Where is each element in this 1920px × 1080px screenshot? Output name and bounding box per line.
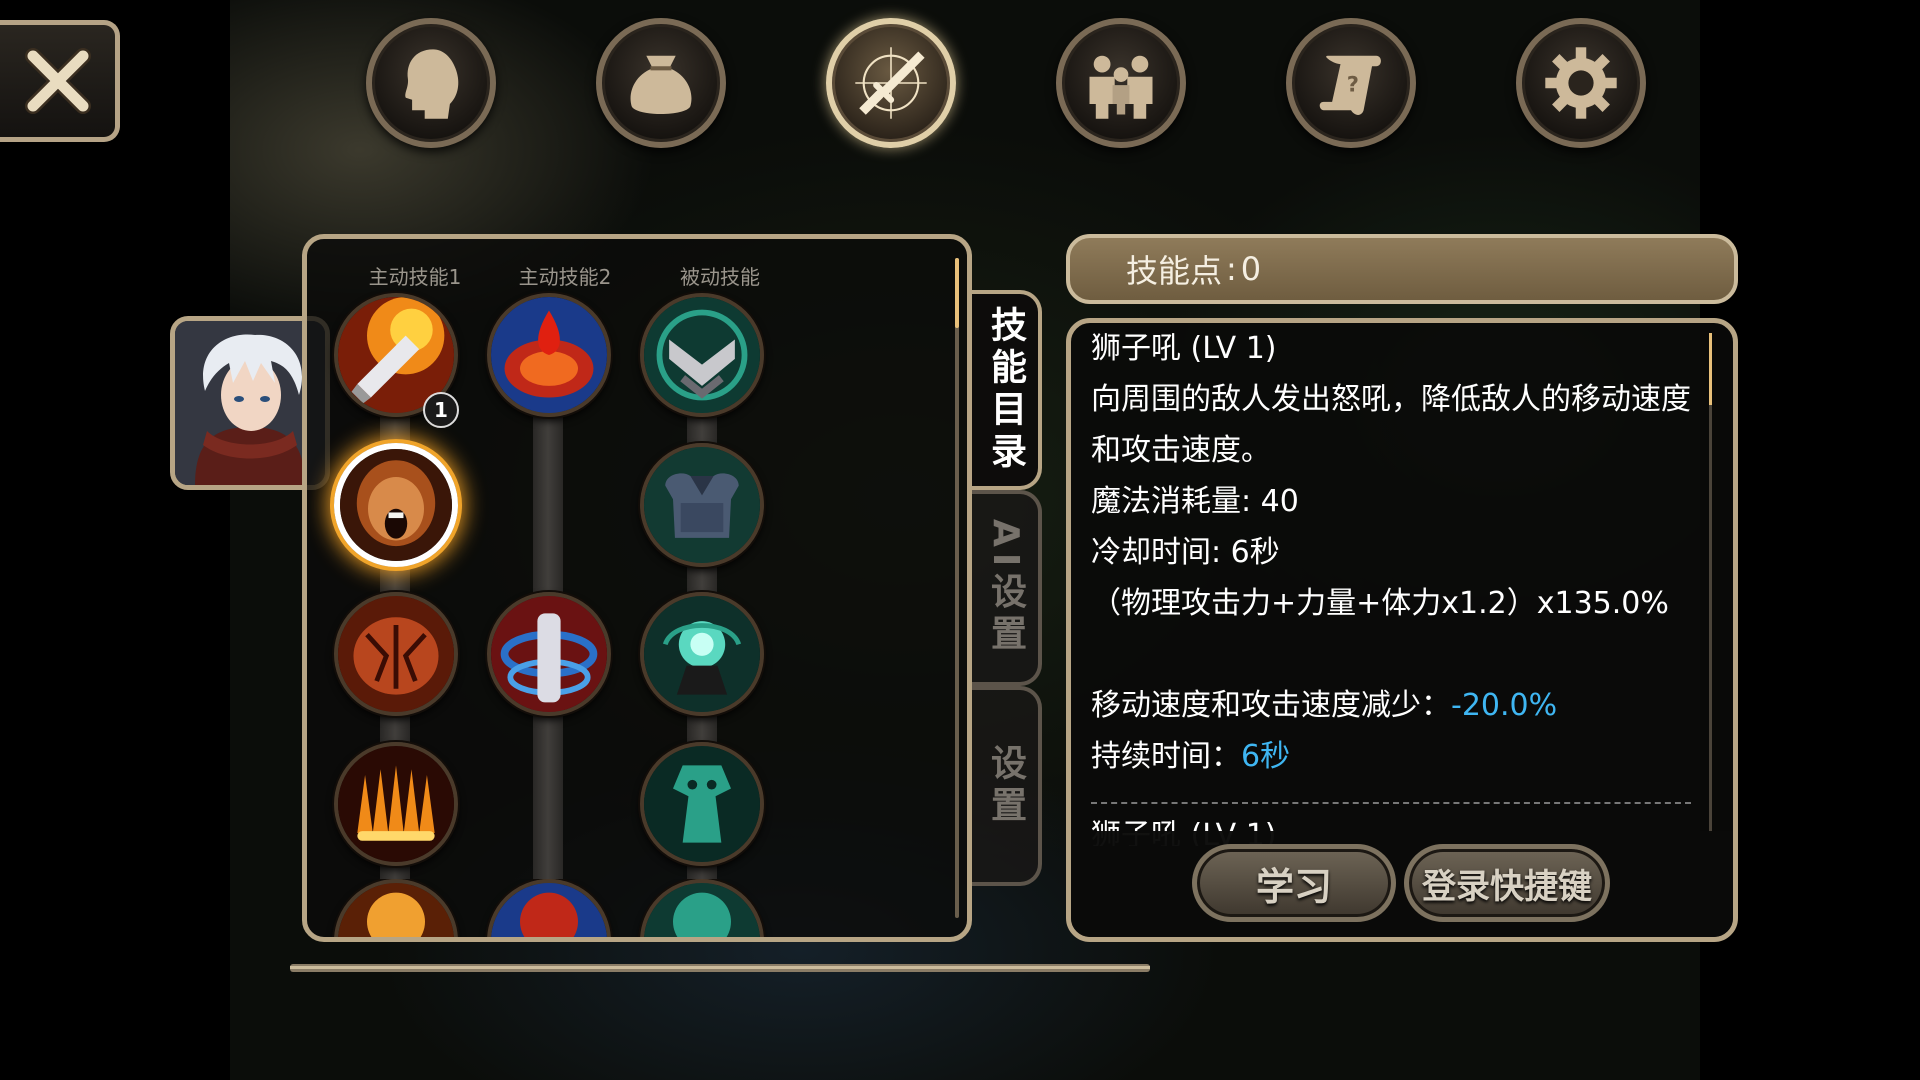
skill-green-totem[interactable]: [640, 742, 764, 866]
tab-ai-settings[interactable]: AI设置: [972, 490, 1042, 686]
nav-inventory-button[interactable]: [596, 18, 726, 148]
nav-character-button[interactable]: [366, 18, 496, 148]
tab-skill-list[interactable]: 技能目录: [972, 290, 1042, 490]
mana-colon: :: [1241, 484, 1261, 519]
column-header-active-1: 主动技能1: [368, 265, 462, 289]
nav-quest-button[interactable]: ?: [1286, 18, 1416, 148]
cooldown-value: 6秒: [1230, 535, 1280, 570]
duration-value: 6秒: [1241, 739, 1291, 774]
skill-panel-scrollbar[interactable]: [955, 258, 959, 918]
blue-orb-icon: [491, 883, 607, 937]
green-totem-icon: [644, 746, 760, 862]
armor-icon: [644, 447, 760, 563]
skill-partial-2[interactable]: [487, 879, 611, 937]
info-divider: [1091, 802, 1691, 804]
tab-settings[interactable]: 设置: [972, 686, 1042, 886]
cracked-muscle-icon: [338, 596, 454, 712]
skill-level-badge: 1: [423, 392, 459, 428]
effect-label: 移动速度和攻击速度减少：: [1091, 688, 1451, 723]
column-header-passive: 被动技能: [680, 265, 760, 289]
bag-icon: [630, 55, 692, 114]
background-shade-left: [0, 0, 230, 1080]
whirlwind-pillar-icon: [491, 596, 607, 712]
fire-wall-icon: [338, 746, 454, 862]
blood-drop-icon: [491, 297, 607, 413]
shield-chevron-icon: [644, 297, 760, 413]
teal-orb-icon: [644, 883, 760, 937]
skill-panel: 主动技能1 主动技能2 被动技能 1: [302, 234, 972, 942]
skill-description: 向周围的敌人发出怒吼，降低敌人的移动速度和攻击速度。: [1091, 382, 1691, 468]
skill-info-panel: 狮子吼 (LV 1) 向周围的敌人发出怒吼，降低敌人的移动速度和攻击速度。 魔法…: [1066, 318, 1738, 942]
skill-partial-1[interactable]: [334, 879, 458, 937]
skill-lion-roar[interactable]: [334, 443, 458, 567]
skill-damage-formula: （物理攻击力+力量+体力x1.2）x135.0%: [1091, 586, 1669, 621]
skill-cracked-muscle[interactable]: [334, 592, 458, 716]
scrollbar-thumb[interactable]: [955, 258, 959, 328]
close-icon: [24, 48, 91, 114]
gear-icon: [1545, 47, 1617, 119]
skill-points-bar: 技能点 : 0: [1066, 234, 1738, 304]
info-panel-footer: [1071, 831, 1733, 937]
skill-fire-wall[interactable]: [334, 742, 458, 866]
skill-cooldown: 冷却时间: 6秒: [1091, 527, 1691, 578]
mana-value: 40: [1260, 484, 1299, 519]
skill-shield-chevron[interactable]: [640, 293, 764, 417]
skill-duration: 持续时间：6秒: [1091, 731, 1691, 782]
skill-armor[interactable]: [640, 443, 764, 567]
skill-whirlwind-pillar[interactable]: [487, 592, 611, 716]
skill-effect: 移动速度和攻击速度减少：-20.0%: [1091, 680, 1691, 731]
skill-points-label: 技能点: [1126, 252, 1223, 290]
bottom-divider-bar: [290, 964, 1150, 972]
skill-info-text: 狮子吼 (LV 1) 向周围的敌人发出怒吼，降低敌人的移动速度和攻击速度。 魔法…: [1091, 323, 1691, 846]
info-scrollbar[interactable]: [1709, 333, 1712, 833]
quest-scroll-icon: ?: [1319, 55, 1381, 116]
cooldown-colon: :: [1211, 535, 1231, 570]
party-icon: [1089, 55, 1153, 119]
mana-label: 魔法消耗量: [1091, 484, 1241, 519]
head-icon: [405, 49, 459, 119]
svg-text:?: ?: [1347, 72, 1359, 96]
info-scrollbar-thumb[interactable]: [1709, 333, 1712, 405]
nav-settings-button[interactable]: [1516, 18, 1646, 148]
skill-glowing-hand[interactable]: [640, 592, 764, 716]
nav-skills-button[interactable]: [826, 18, 956, 148]
cooldown-label: 冷却时间: [1091, 535, 1211, 570]
close-button[interactable]: [0, 20, 120, 142]
skill-partial-3[interactable]: [640, 879, 764, 937]
fire-burst-icon: [338, 883, 454, 937]
glowing-hand-icon: [644, 596, 760, 712]
skill-blood-drop[interactable]: [487, 293, 611, 417]
lion-roar-icon: [340, 449, 452, 561]
skill-row-overflow: [307, 879, 947, 937]
skill-points-separator: :: [1226, 250, 1237, 288]
nav-party-button[interactable]: [1056, 18, 1186, 148]
learn-button[interactable]: 学习: [1192, 844, 1396, 922]
register-hotkey-button[interactable]: 登录快捷键: [1404, 844, 1610, 922]
sword-compass-icon: [855, 47, 927, 119]
column-header-active-2: 主动技能2: [518, 265, 612, 289]
skill-title: 狮子吼 (LV 1): [1091, 331, 1277, 366]
skill-points-value: 0: [1240, 250, 1262, 288]
duration-label: 持续时间：: [1091, 739, 1241, 774]
effect-value: -20.0%: [1451, 688, 1558, 723]
skill-mana-cost: 魔法消耗量: 40: [1091, 476, 1691, 527]
